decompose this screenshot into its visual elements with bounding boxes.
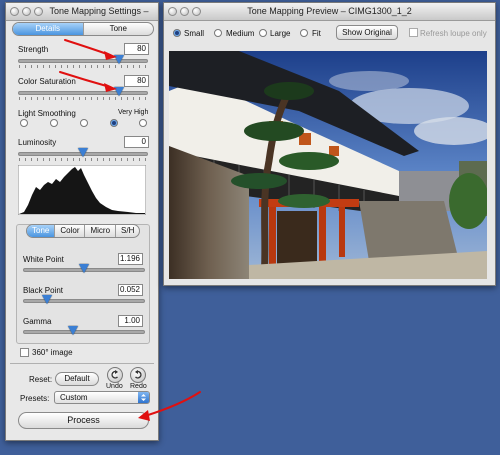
annotation-arrows [59, 39, 201, 421]
